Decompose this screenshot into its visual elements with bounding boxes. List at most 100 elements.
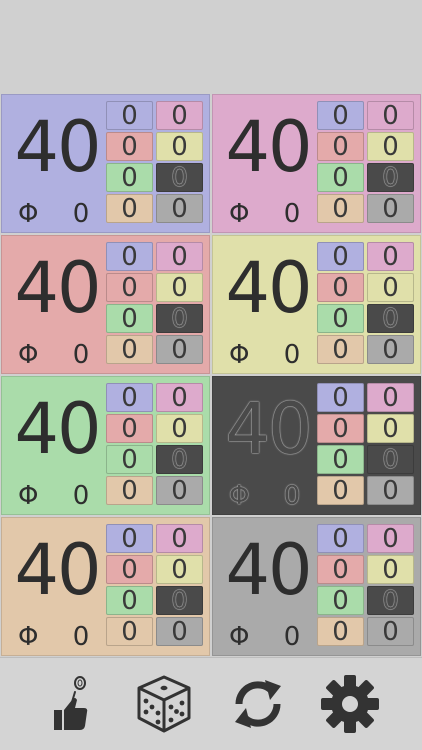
poison-counter[interactable]: 0: [68, 482, 94, 510]
player-panel-p5[interactable]: 40 Φ 0 0 0 0 0 0 0 0 0: [1, 376, 210, 515]
life-total[interactable]: 40: [221, 111, 315, 183]
commander-damage-cell[interactable]: 0: [156, 524, 203, 553]
toolbar: [0, 657, 422, 750]
commander-damage-cell[interactable]: 0: [156, 194, 203, 223]
commander-damage-cell[interactable]: 0: [317, 617, 364, 646]
poison-counter[interactable]: 0: [68, 200, 94, 228]
commander-damage-cell[interactable]: 0: [156, 414, 203, 443]
life-total[interactable]: 40: [10, 111, 104, 183]
commander-damage-cell[interactable]: 0: [317, 445, 364, 474]
commander-damage-cell[interactable]: 0: [317, 101, 364, 130]
commander-damage-cell[interactable]: 0: [156, 242, 203, 271]
commander-damage-cell[interactable]: 0: [106, 304, 153, 333]
commander-damage-cell[interactable]: 0: [367, 304, 414, 333]
commander-damage-cell[interactable]: 0: [106, 242, 153, 271]
commander-damage-cell[interactable]: 0: [367, 335, 414, 364]
commander-damage-cell[interactable]: 0: [317, 586, 364, 615]
commander-damage-cell[interactable]: 0: [317, 273, 364, 302]
life-total[interactable]: 40: [10, 393, 104, 465]
commander-damage-cell[interactable]: 0: [106, 617, 153, 646]
commander-damage-cell[interactable]: 0: [367, 476, 414, 505]
commander-damage-cell[interactable]: 0: [367, 617, 414, 646]
commander-damage-cell[interactable]: 0: [367, 132, 414, 161]
commander-damage-cell[interactable]: 0: [367, 586, 414, 615]
player-panel-p4[interactable]: 40 Φ 0 0 0 0 0 0 0 0 0: [212, 235, 421, 374]
player-panel-p6[interactable]: 40 Φ 0 0 0 0 0 0 0 0 0: [212, 376, 421, 515]
dice-icon: [137, 675, 191, 733]
commander-damage-cell[interactable]: 0: [367, 524, 414, 553]
phyrexian-icon: Φ: [229, 199, 250, 229]
commander-damage-cell[interactable]: 0: [106, 524, 153, 553]
commander-damage-cell[interactable]: 0: [367, 383, 414, 412]
coin-flip-button[interactable]: [38, 672, 102, 736]
commander-damage-cell[interactable]: 0: [156, 163, 203, 192]
poison-counter[interactable]: 0: [279, 623, 305, 651]
commander-damage-cell[interactable]: 0: [106, 273, 153, 302]
commander-damage-cell[interactable]: 0: [317, 194, 364, 223]
commander-damage-cell[interactable]: 0: [367, 445, 414, 474]
commander-damage-cell[interactable]: 0: [317, 555, 364, 584]
commander-damage-cell[interactable]: 0: [367, 101, 414, 130]
player-panel-p8[interactable]: 40 Φ 0 0 0 0 0 0 0 0 0: [212, 517, 421, 656]
commander-damage-cell[interactable]: 0: [156, 476, 203, 505]
commander-damage-cell[interactable]: 0: [156, 617, 203, 646]
player-panel-p3[interactable]: 40 Φ 0 0 0 0 0 0 0 0 0: [1, 235, 210, 374]
commander-damage-cell[interactable]: 0: [156, 304, 203, 333]
coin-flip-icon: [54, 676, 88, 730]
commander-damage-cell[interactable]: 0: [317, 335, 364, 364]
commander-damage-cell[interactable]: 0: [106, 414, 153, 443]
commander-damage-cell[interactable]: 0: [317, 304, 364, 333]
phyrexian-icon: Φ: [18, 340, 39, 370]
life-total[interactable]: 40: [10, 252, 104, 324]
commander-damage-cell[interactable]: 0: [317, 476, 364, 505]
player-panel-p7[interactable]: 40 Φ 0 0 0 0 0 0 0 0 0: [1, 517, 210, 656]
phyrexian-icon: Φ: [18, 622, 39, 652]
commander-damage-cell[interactable]: 0: [317, 132, 364, 161]
commander-damage-cell[interactable]: 0: [106, 383, 153, 412]
commander-damage-cell[interactable]: 0: [317, 414, 364, 443]
commander-damage-cell[interactable]: 0: [156, 383, 203, 412]
commander-damage-cell[interactable]: 0: [317, 242, 364, 271]
commander-damage-cell[interactable]: 0: [317, 383, 364, 412]
commander-damage-cell[interactable]: 0: [367, 163, 414, 192]
commander-damage-cell[interactable]: 0: [106, 445, 153, 474]
commander-damage-cell[interactable]: 0: [367, 555, 414, 584]
commander-damage-cell[interactable]: 0: [317, 163, 364, 192]
commander-damage-cell[interactable]: 0: [106, 335, 153, 364]
dice-button[interactable]: [132, 672, 196, 736]
commander-damage-cell[interactable]: 0: [367, 273, 414, 302]
life-total[interactable]: 40: [10, 534, 104, 606]
poison-counter[interactable]: 0: [279, 482, 305, 510]
commander-damage-cell[interactable]: 0: [156, 445, 203, 474]
commander-damage-cell[interactable]: 0: [106, 132, 153, 161]
commander-damage-cell[interactable]: 0: [106, 586, 153, 615]
life-total[interactable]: 40: [221, 393, 315, 465]
poison-counter[interactable]: 0: [279, 200, 305, 228]
settings-button[interactable]: [318, 672, 382, 736]
commander-damage-cell[interactable]: 0: [367, 242, 414, 271]
commander-damage-cell[interactable]: 0: [156, 273, 203, 302]
commander-damage-cell[interactable]: 0: [156, 586, 203, 615]
reset-button[interactable]: [226, 672, 290, 736]
commander-damage-cell[interactable]: 0: [156, 132, 203, 161]
poison-counter[interactable]: 0: [279, 341, 305, 369]
settings-icon: [321, 675, 379, 733]
commander-damage-cell[interactable]: 0: [106, 163, 153, 192]
poison-counter[interactable]: 0: [68, 623, 94, 651]
phyrexian-icon: Φ: [229, 622, 250, 652]
poison-counter[interactable]: 0: [68, 341, 94, 369]
commander-damage-cell[interactable]: 0: [106, 101, 153, 130]
life-total[interactable]: 40: [221, 252, 315, 324]
commander-damage-cell[interactable]: 0: [156, 555, 203, 584]
life-total[interactable]: 40: [221, 534, 315, 606]
player-panel-p2[interactable]: 40 Φ 0 0 0 0 0 0 0 0 0: [212, 94, 421, 233]
commander-damage-cell[interactable]: 0: [106, 476, 153, 505]
commander-damage-cell[interactable]: 0: [156, 335, 203, 364]
commander-damage-cell[interactable]: 0: [367, 414, 414, 443]
commander-damage-cell[interactable]: 0: [367, 194, 414, 223]
commander-damage-cell[interactable]: 0: [106, 555, 153, 584]
player-panel-p1[interactable]: 40 Φ 0 0 0 0 0 0 0 0 0: [1, 94, 210, 233]
commander-damage-cell[interactable]: 0: [317, 524, 364, 553]
commander-damage-cell[interactable]: 0: [106, 194, 153, 223]
commander-damage-cell[interactable]: 0: [156, 101, 203, 130]
